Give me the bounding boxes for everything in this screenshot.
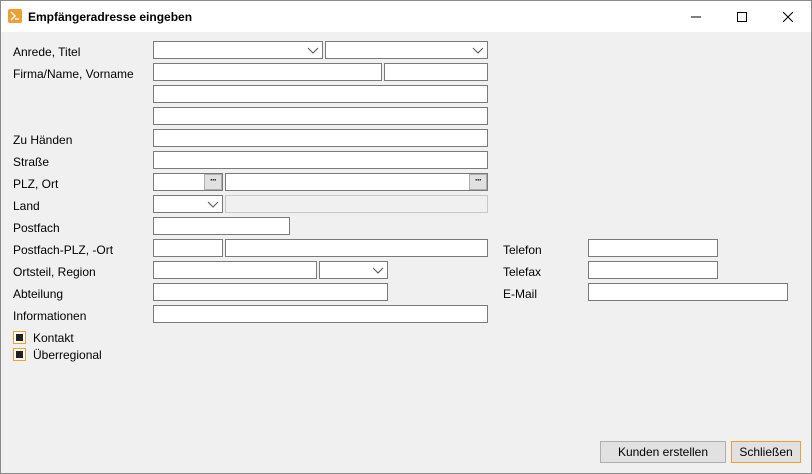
minimize-icon — [691, 16, 701, 17]
ortsteil-input[interactable] — [153, 261, 317, 279]
create-customer-button[interactable]: Kunden erstellen — [600, 441, 726, 463]
label-plz-ort: PLZ, Ort — [13, 177, 59, 191]
label-postfach-plz-ort: Postfach-PLZ, -Ort — [13, 243, 114, 257]
telefax-input[interactable] — [588, 261, 718, 279]
postfach-plz-input[interactable] — [153, 239, 223, 257]
label-zu-haenden: Zu Händen — [13, 133, 73, 147]
label-informationen: Informationen — [13, 309, 87, 323]
chevron-down-icon — [372, 267, 384, 274]
label-land: Land — [13, 199, 40, 213]
informationen-input[interactable] — [153, 305, 488, 323]
label-firma-name: Firma/Name, Vorname — [13, 67, 134, 81]
name-line3-input[interactable] — [153, 107, 488, 125]
zu-haenden-input[interactable] — [153, 129, 488, 147]
ort-input[interactable] — [225, 173, 488, 191]
titel-select[interactable] — [325, 41, 488, 59]
land-name-field — [225, 195, 488, 213]
postfach-ort-input[interactable] — [225, 239, 488, 257]
name-line2-input[interactable] — [153, 85, 488, 103]
land-select[interactable] — [153, 195, 223, 213]
plz-lookup-button[interactable]: ··· — [204, 174, 222, 190]
close-icon — [783, 11, 793, 22]
dialog-window: Empfängeradresse eingeben Anrede, Titel … — [0, 0, 812, 474]
label-telefax: Telefax — [503, 265, 542, 279]
ueberregional-label: Überregional — [33, 348, 102, 362]
maximize-icon — [737, 11, 747, 22]
ort-lookup-button[interactable]: ··· — [469, 174, 487, 190]
close-window-button[interactable] — [765, 1, 811, 32]
ueberregional-checkbox[interactable] — [13, 348, 26, 361]
postfach-input[interactable] — [153, 217, 290, 235]
kontakt-label: Kontakt — [33, 331, 74, 345]
check-mark-icon — [16, 334, 23, 341]
label-ortsteil-region: Ortsteil, Region — [13, 265, 96, 279]
label-abteilung: Abteilung — [13, 287, 64, 301]
label-telefon: Telefon — [503, 243, 542, 257]
title-bar: Empfängeradresse eingeben — [1, 1, 811, 32]
email-input[interactable] — [588, 283, 788, 301]
firma-name-input[interactable] — [153, 63, 382, 81]
maximize-button[interactable] — [719, 1, 765, 32]
label-anrede-titel: Anrede, Titel — [13, 45, 81, 59]
vorname-input[interactable] — [384, 63, 488, 81]
app-icon — [8, 9, 22, 23]
chevron-down-icon — [307, 47, 319, 54]
abteilung-input[interactable] — [153, 283, 388, 301]
label-email: E-Mail — [503, 287, 538, 301]
check-mark-icon — [16, 351, 23, 358]
close-button[interactable]: Schließen — [731, 441, 801, 463]
chevron-down-icon — [207, 201, 219, 208]
anrede-select[interactable] — [153, 41, 323, 59]
label-postfach: Postfach — [13, 221, 60, 235]
minimize-button[interactable] — [673, 1, 719, 32]
region-select[interactable] — [319, 261, 388, 279]
label-strasse: Straße — [13, 155, 50, 169]
telefon-input[interactable] — [588, 239, 718, 257]
window-title: Empfängeradresse eingeben — [28, 10, 193, 24]
strasse-input[interactable] — [153, 151, 488, 169]
kontakt-checkbox[interactable] — [13, 331, 26, 344]
chevron-down-icon — [472, 47, 484, 54]
